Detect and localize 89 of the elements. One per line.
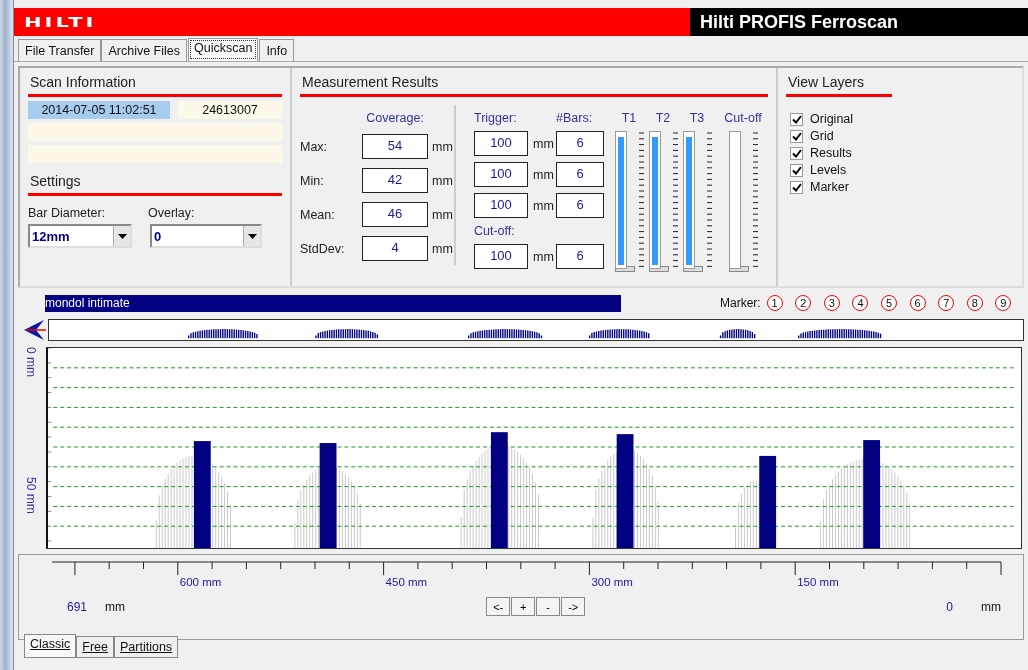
- marker-button[interactable]: 3: [823, 295, 840, 311]
- marker-button[interactable]: 5: [881, 295, 898, 311]
- unit-label: mm: [431, 173, 454, 188]
- section-title: Settings: [28, 173, 282, 196]
- tab[interactable]: File Transfer: [18, 39, 102, 61]
- section-title: View Layers: [786, 74, 892, 97]
- nav-button[interactable]: +: [511, 597, 536, 616]
- marker-button[interactable]: 8: [966, 295, 983, 311]
- unit-label: mm: [532, 198, 555, 213]
- field-label: Bar Diameter:: [28, 206, 107, 220]
- unit-label: mm: [981, 599, 1001, 614]
- unit-label: mm: [431, 139, 454, 154]
- scan-serial: 24613007: [178, 101, 282, 119]
- marker-button[interactable]: 7: [938, 295, 955, 311]
- marker-button[interactable]: 4: [852, 295, 869, 311]
- tab[interactable]: Quickscan: [188, 38, 259, 61]
- check-icon: [791, 114, 802, 124]
- layer-checkbox[interactable]: Grid: [790, 129, 1010, 143]
- unit-label: mm: [431, 207, 454, 222]
- trigger-field[interactable]: 100: [474, 131, 528, 156]
- ruler-label: 600 mm: [179, 576, 222, 588]
- slider-label: T1: [621, 111, 637, 125]
- marker-button[interactable]: 9: [995, 295, 1012, 311]
- column-heading: Coverage:: [365, 111, 425, 125]
- column-heading: Cut-off:: [474, 224, 516, 238]
- bars-field[interactable]: 6: [556, 162, 604, 187]
- unit-label: mm: [532, 167, 555, 182]
- start-value: 691: [67, 599, 88, 614]
- view-tab[interactable]: Free: [76, 636, 114, 658]
- hilti-logo: HILTI: [23, 12, 98, 32]
- app-title: Hilti PROFIS Ferroscan: [690, 8, 1028, 36]
- slider-label: Cut-off: [724, 111, 762, 125]
- check-icon: [791, 131, 802, 141]
- row-label: Max:: [300, 139, 329, 154]
- view-tab[interactable]: Classic: [24, 634, 77, 658]
- column-heading: #Bars:: [556, 111, 594, 125]
- overlay-dropdown[interactable]: 0: [150, 224, 262, 248]
- row-label: Min:: [300, 173, 325, 188]
- cutoff-field[interactable]: 100: [474, 244, 528, 269]
- row-label: StdDev:: [300, 241, 346, 256]
- scan-date: 2014-07-05 11:02:51: [28, 101, 170, 119]
- bars-field[interactable]: 6: [556, 193, 604, 218]
- caret-icon: [247, 233, 257, 239]
- row-label: Mean:: [300, 207, 336, 222]
- unit-label: mm: [532, 136, 555, 151]
- tab[interactable]: Info: [259, 39, 295, 61]
- slider-label: T3: [689, 111, 705, 125]
- nav-button[interactable]: -: [536, 597, 561, 616]
- marker-button[interactable]: 6: [909, 295, 926, 311]
- layer-checkbox[interactable]: Marker: [790, 180, 1010, 194]
- trigger-field[interactable]: 100: [474, 193, 528, 218]
- nav-button[interactable]: <-: [486, 597, 511, 616]
- axis-label: 0 mm: [24, 347, 38, 377]
- value-field: 42: [362, 168, 428, 193]
- unit-label: mm: [431, 241, 454, 256]
- check-icon: [791, 182, 802, 192]
- ruler-label: 450 mm: [385, 576, 428, 588]
- section-title: Measurement Results: [300, 74, 768, 97]
- value-field: 54: [362, 134, 428, 159]
- bars-field[interactable]: 6: [556, 244, 604, 269]
- column-heading: Trigger:: [474, 111, 518, 125]
- trigger-field[interactable]: 100: [474, 162, 528, 187]
- layer-checkbox[interactable]: Original: [790, 112, 1010, 126]
- view-tab[interactable]: Partitions: [114, 636, 179, 658]
- ruler-label: 300 mm: [591, 576, 633, 588]
- caret-icon: [117, 233, 127, 239]
- field-label: Overlay:: [148, 206, 195, 220]
- value-field: 46: [362, 202, 428, 227]
- scan-name-bar: mondol intimate: [45, 294, 621, 312]
- section-title: Scan Information: [28, 74, 282, 97]
- end-value: 0: [946, 599, 953, 614]
- value-field: 4: [362, 236, 428, 261]
- check-icon: [791, 165, 802, 175]
- layer-checkbox[interactable]: Levels: [790, 163, 1010, 177]
- bar-diameter-dropdown[interactable]: 12mm: [28, 224, 132, 248]
- arrow-left-icon: [24, 319, 46, 340]
- marker-button[interactable]: 2: [795, 295, 812, 311]
- nav-button[interactable]: ->: [561, 597, 586, 616]
- tab[interactable]: Archive Files: [101, 39, 187, 61]
- slider-label: T2: [655, 111, 671, 125]
- marker-label: Marker:: [720, 296, 761, 310]
- check-icon: [791, 148, 802, 158]
- bars-field[interactable]: 6: [556, 131, 604, 156]
- ruler-label: 150 mm: [797, 576, 839, 588]
- layer-checkbox[interactable]: Results: [790, 146, 1010, 160]
- marker-button[interactable]: 1: [766, 295, 783, 311]
- axis-label: 50 mm: [24, 477, 38, 514]
- unit-label: mm: [532, 249, 555, 264]
- unit-label: mm: [105, 599, 126, 614]
